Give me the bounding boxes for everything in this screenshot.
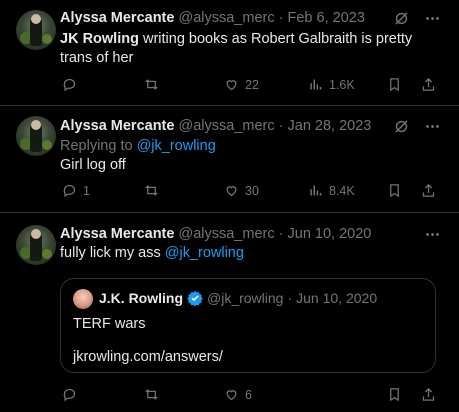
tweet-text: Girl log off (60, 157, 126, 173)
avatar[interactable] (16, 10, 56, 50)
action-bar: 22 1.6K (60, 77, 441, 97)
reply-icon (63, 78, 76, 92)
tweet-text: fully lick my ass @jk_rowling (60, 244, 440, 263)
tweet-date[interactable]: Jan 28, 2023 (288, 118, 372, 134)
avatar[interactable] (16, 116, 56, 156)
separator: · (278, 118, 284, 134)
share-button[interactable] (421, 183, 436, 198)
like-count: 22 (245, 77, 259, 92)
grok-icon[interactable] (393, 10, 410, 32)
reply-icon (63, 184, 76, 198)
separator: · (287, 290, 293, 306)
like-icon (226, 186, 237, 197)
quote-author-name[interactable]: J.K. Rowling (99, 290, 183, 306)
bookmark-button[interactable] (387, 387, 402, 402)
quote-date[interactable]: Jun 10, 2020 (296, 290, 377, 306)
reply-icon (63, 388, 76, 402)
quote-header: J.K. Rowling @jk_rowling · Jun 10, 2020 (99, 290, 377, 306)
author-handle[interactable]: @alyssa_merc (178, 10, 274, 26)
reply-count: 1 (83, 183, 90, 198)
quoted-tweet[interactable]: J.K. Rowling @jk_rowling · Jun 10, 2020 … (60, 278, 436, 373)
author-name[interactable]: Alyssa Mercante (60, 10, 174, 26)
quote-avatar[interactable] (73, 289, 93, 309)
share-icon (422, 387, 435, 401)
tweet-date[interactable]: Jun 10, 2020 (288, 226, 372, 242)
like-icon (226, 390, 237, 401)
share-icon (422, 77, 435, 91)
author-name[interactable]: Alyssa Mercante (60, 226, 174, 242)
tweet-header: Alyssa Mercante @alyssa_merc · Feb 6, 20… (60, 10, 365, 26)
like-button[interactable]: 30 (224, 183, 259, 198)
author-name[interactable]: Alyssa Mercante (60, 118, 174, 134)
retweet-button[interactable] (144, 183, 165, 198)
author-handle[interactable]: @alyssa_merc (178, 226, 274, 242)
reply-button[interactable] (62, 77, 83, 92)
quote-text-line2: jkrowling.com/answers/ (73, 349, 223, 365)
bookmark-icon (390, 78, 399, 92)
bookmark-button[interactable] (387, 77, 402, 92)
like-icon (226, 80, 237, 91)
share-button[interactable] (421, 387, 436, 402)
reply-button[interactable]: 1 (62, 183, 90, 198)
separator: · (278, 10, 284, 26)
tweet-header: Alyssa Mercante @alyssa_merc · Jun 10, 2… (60, 226, 371, 242)
like-count: 30 (245, 183, 259, 198)
tweet-2[interactable]: Alyssa Mercante @alyssa_merc · Jan 28, 2… (0, 106, 459, 213)
like-count: 6 (245, 387, 252, 402)
action-bar: 1 30 8.4K (60, 183, 441, 203)
avatar[interactable] (16, 225, 56, 265)
more-icon[interactable] (424, 10, 441, 32)
tweet-date[interactable]: Feb 6, 2023 (288, 10, 365, 26)
like-button[interactable]: 6 (224, 387, 252, 402)
reply-button[interactable] (62, 387, 83, 402)
replying-to-link[interactable]: @jk_rowling (137, 138, 216, 154)
share-button[interactable] (421, 77, 436, 92)
views-icon (310, 79, 322, 90)
quote-text-line1: TERF wars (73, 316, 146, 332)
bookmark-icon (390, 388, 399, 402)
replying-prefix: Replying to (60, 138, 137, 154)
verified-badge-icon (187, 291, 203, 306)
tweet-1[interactable]: Alyssa Mercante @alyssa_merc · Feb 6, 20… (0, 0, 459, 106)
tweet-text: JK Rowling writing books as Robert Galbr… (60, 30, 440, 68)
tweet-text-body: fully lick my ass (60, 245, 165, 261)
views-button[interactable]: 8.4K (308, 183, 355, 198)
bookmark-button[interactable] (387, 183, 402, 198)
bookmark-icon (390, 184, 399, 198)
retweet-icon (145, 79, 158, 90)
author-handle[interactable]: @alyssa_merc (178, 118, 274, 134)
separator: · (278, 226, 284, 242)
retweet-button[interactable] (144, 77, 165, 92)
views-icon (310, 185, 322, 196)
retweet-icon (145, 389, 158, 400)
retweet-button[interactable] (144, 387, 165, 402)
like-button[interactable]: 22 (224, 77, 259, 92)
share-icon (422, 183, 435, 197)
views-count: 1.6K (329, 77, 355, 92)
tweet-3[interactable]: Alyssa Mercante @alyssa_merc · Jun 10, 2… (0, 213, 459, 412)
mention-link[interactable]: @jk_rowling (165, 245, 244, 261)
action-bar: 6 (60, 387, 441, 407)
quote-author-handle[interactable]: @jk_rowling (207, 290, 283, 306)
tweet-text-bold: JK Rowling (60, 31, 139, 47)
replying-to: Replying to @jk_rowling (60, 137, 440, 156)
views-button[interactable]: 1.6K (308, 77, 355, 92)
retweet-icon (145, 185, 158, 196)
tweet-header: Alyssa Mercante @alyssa_merc · Jan 28, 2… (60, 118, 371, 134)
views-count: 8.4K (329, 183, 355, 198)
